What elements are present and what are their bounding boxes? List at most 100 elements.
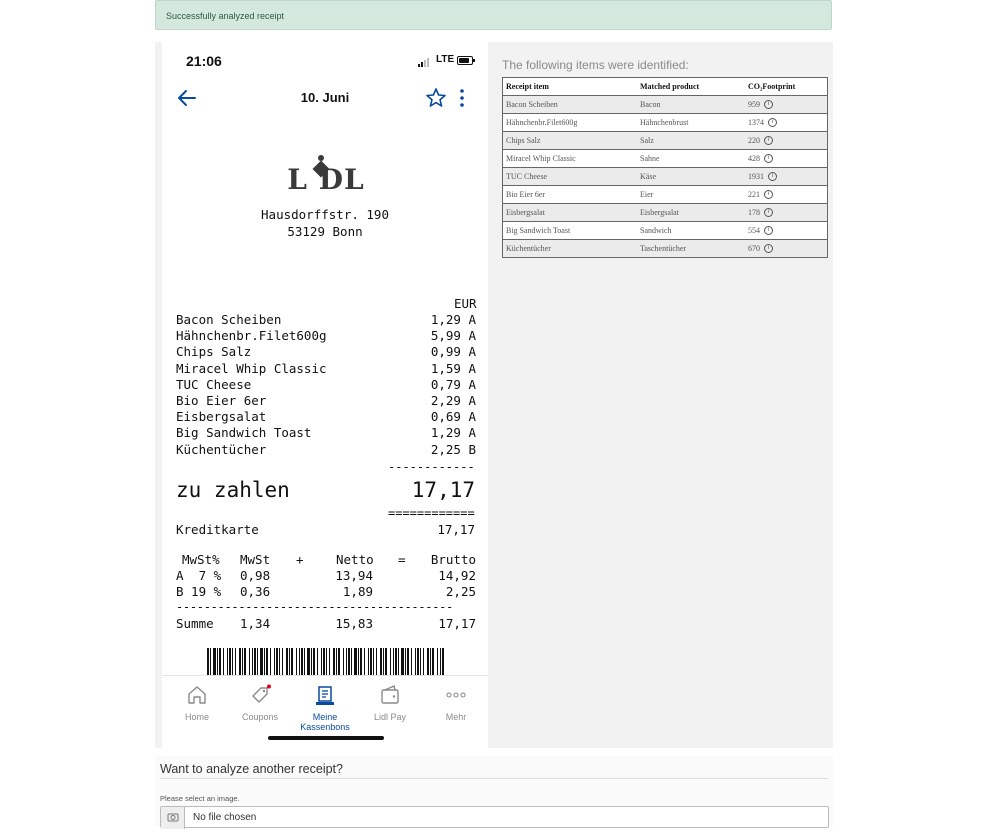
item-price: 0,79 A — [430, 376, 476, 392]
item-price: 0,69 A — [430, 409, 476, 425]
item-price: 5,99 A — [430, 328, 476, 344]
barcode-bar — [210, 648, 211, 676]
barcode-bar — [321, 648, 322, 676]
barcode-bar — [351, 648, 352, 676]
cell-co2: 1931 i — [745, 167, 828, 186]
table-row: Big Sandwich Toast Sandwich 554 i — [502, 221, 828, 240]
info-icon[interactable]: i — [764, 154, 773, 164]
cell-receipt-item: Big Sandwich Toast — [502, 221, 637, 240]
barcode-bar — [427, 648, 429, 676]
co2-value: 221 — [748, 189, 760, 199]
info-icon[interactable]: i — [768, 172, 777, 182]
cell-matched-product: Eier — [637, 185, 745, 204]
receipt-line: Hähnchenbr.Filet600g 5,99 A — [176, 328, 476, 344]
currency-label: EUR — [454, 296, 477, 311]
barcode-bar — [405, 648, 406, 676]
tax-col-plus: + — [296, 552, 304, 567]
file-input-status: No file chosen — [193, 812, 257, 823]
status-time: 21:06 — [186, 53, 222, 69]
info-icon[interactable]: i — [764, 226, 773, 236]
tab-more[interactable]: Mehr — [421, 684, 488, 722]
co2-value: 554 — [748, 225, 760, 235]
barcode-bar — [440, 648, 441, 676]
item-name: Küchentücher — [176, 441, 267, 457]
coupon-icon — [252, 684, 271, 703]
cell-matched-product: Käse — [637, 167, 745, 186]
file-input[interactable]: No file chosen — [160, 806, 829, 829]
barcode-bar — [257, 648, 258, 676]
co2-value: 670 — [748, 243, 760, 253]
barcode-bar — [235, 648, 236, 676]
tab-label: Lidl Pay — [373, 712, 407, 722]
barcode-bar — [270, 648, 271, 676]
barcode-bar — [239, 648, 241, 676]
barcode-bar — [329, 648, 330, 676]
tax-rate: A 7 % — [176, 568, 222, 584]
tab-coupons[interactable]: Coupons — [225, 684, 295, 722]
item-name: TUC Cheese — [176, 376, 252, 392]
tax-net: 13,94 — [335, 568, 373, 584]
tax-row: A 7 % 0,98 13,94 14,92 — [176, 568, 476, 584]
barcode-bar — [219, 648, 221, 676]
info-icon[interactable]: i — [768, 118, 777, 128]
table-row: Hähnchenbr.Filet600g Hähnchenbrust 1374 … — [502, 113, 828, 132]
tab-receipts[interactable]: Meine Kassenbons — [290, 684, 360, 732]
tax-gross: 2,25 — [445, 584, 476, 600]
cell-co2: 178 i — [745, 203, 828, 222]
barcode-bar — [420, 648, 421, 676]
network-label: LTE — [436, 54, 455, 65]
barcode-bar — [317, 648, 318, 676]
tab-lidl-pay[interactable]: Lidl Pay — [355, 684, 425, 722]
sum-vat: 1,34 — [240, 616, 271, 631]
more-options-icon[interactable] — [458, 88, 466, 108]
barcode-bar — [407, 648, 409, 676]
barcode-bar — [333, 648, 335, 676]
info-icon[interactable]: i — [764, 190, 773, 200]
item-price: 0,99 A — [430, 344, 476, 360]
receipt-icon — [316, 686, 334, 705]
tax-rate: B 19 % — [176, 584, 222, 600]
tab-home[interactable]: Home — [162, 684, 232, 722]
barcode-bar — [244, 648, 246, 676]
barcode-bar — [395, 648, 397, 676]
barcode-bar — [301, 648, 303, 676]
receipt-line: Eisbergsalat 0,69 A — [176, 409, 476, 425]
barcode — [207, 648, 444, 676]
barcode-bar — [354, 648, 357, 676]
barcode-bar — [217, 648, 218, 676]
info-icon[interactable]: i — [764, 100, 773, 110]
barcode-bar — [370, 648, 372, 676]
results-table: Receipt item Matched product CO₂Footprin… — [502, 77, 828, 258]
info-icon[interactable]: i — [764, 136, 773, 146]
barcode-bar — [207, 648, 209, 676]
cell-co2: 220 i — [745, 131, 828, 150]
info-icon[interactable]: i — [764, 244, 773, 254]
signal-icon — [418, 57, 430, 67]
barcode-bar — [274, 648, 275, 676]
star-icon[interactable] — [424, 86, 448, 110]
sum-label: Summe — [176, 616, 214, 631]
item-price: 2,25 B — [430, 441, 476, 457]
cell-matched-product: Sandwich — [637, 221, 745, 240]
barcode-bar — [358, 648, 359, 676]
barcode-bar — [364, 648, 365, 676]
barcode-bar — [380, 648, 382, 676]
co2-value: 220 — [748, 135, 760, 145]
home-icon — [188, 686, 206, 704]
barcode-bar — [338, 648, 340, 676]
cell-receipt-item: Bio Eier 6er — [502, 185, 637, 204]
barcode-bar — [373, 648, 374, 676]
wallet-icon — [381, 685, 399, 704]
tax-col-equals: = — [398, 552, 406, 567]
separator-line: ------------ — [388, 460, 475, 474]
home-indicator — [268, 736, 384, 740]
cell-co2: 221 i — [745, 185, 828, 204]
co2-value: 1374 — [748, 117, 764, 127]
payment-label: Kreditkarte — [176, 522, 259, 537]
receipt-line: Küchentücher 2,25 B — [176, 442, 476, 458]
barcode-bar — [311, 648, 312, 676]
barcode-bar — [254, 648, 256, 676]
notification-dot — [267, 684, 271, 689]
info-icon[interactable]: i — [764, 208, 773, 218]
barcode-bar — [264, 648, 265, 676]
